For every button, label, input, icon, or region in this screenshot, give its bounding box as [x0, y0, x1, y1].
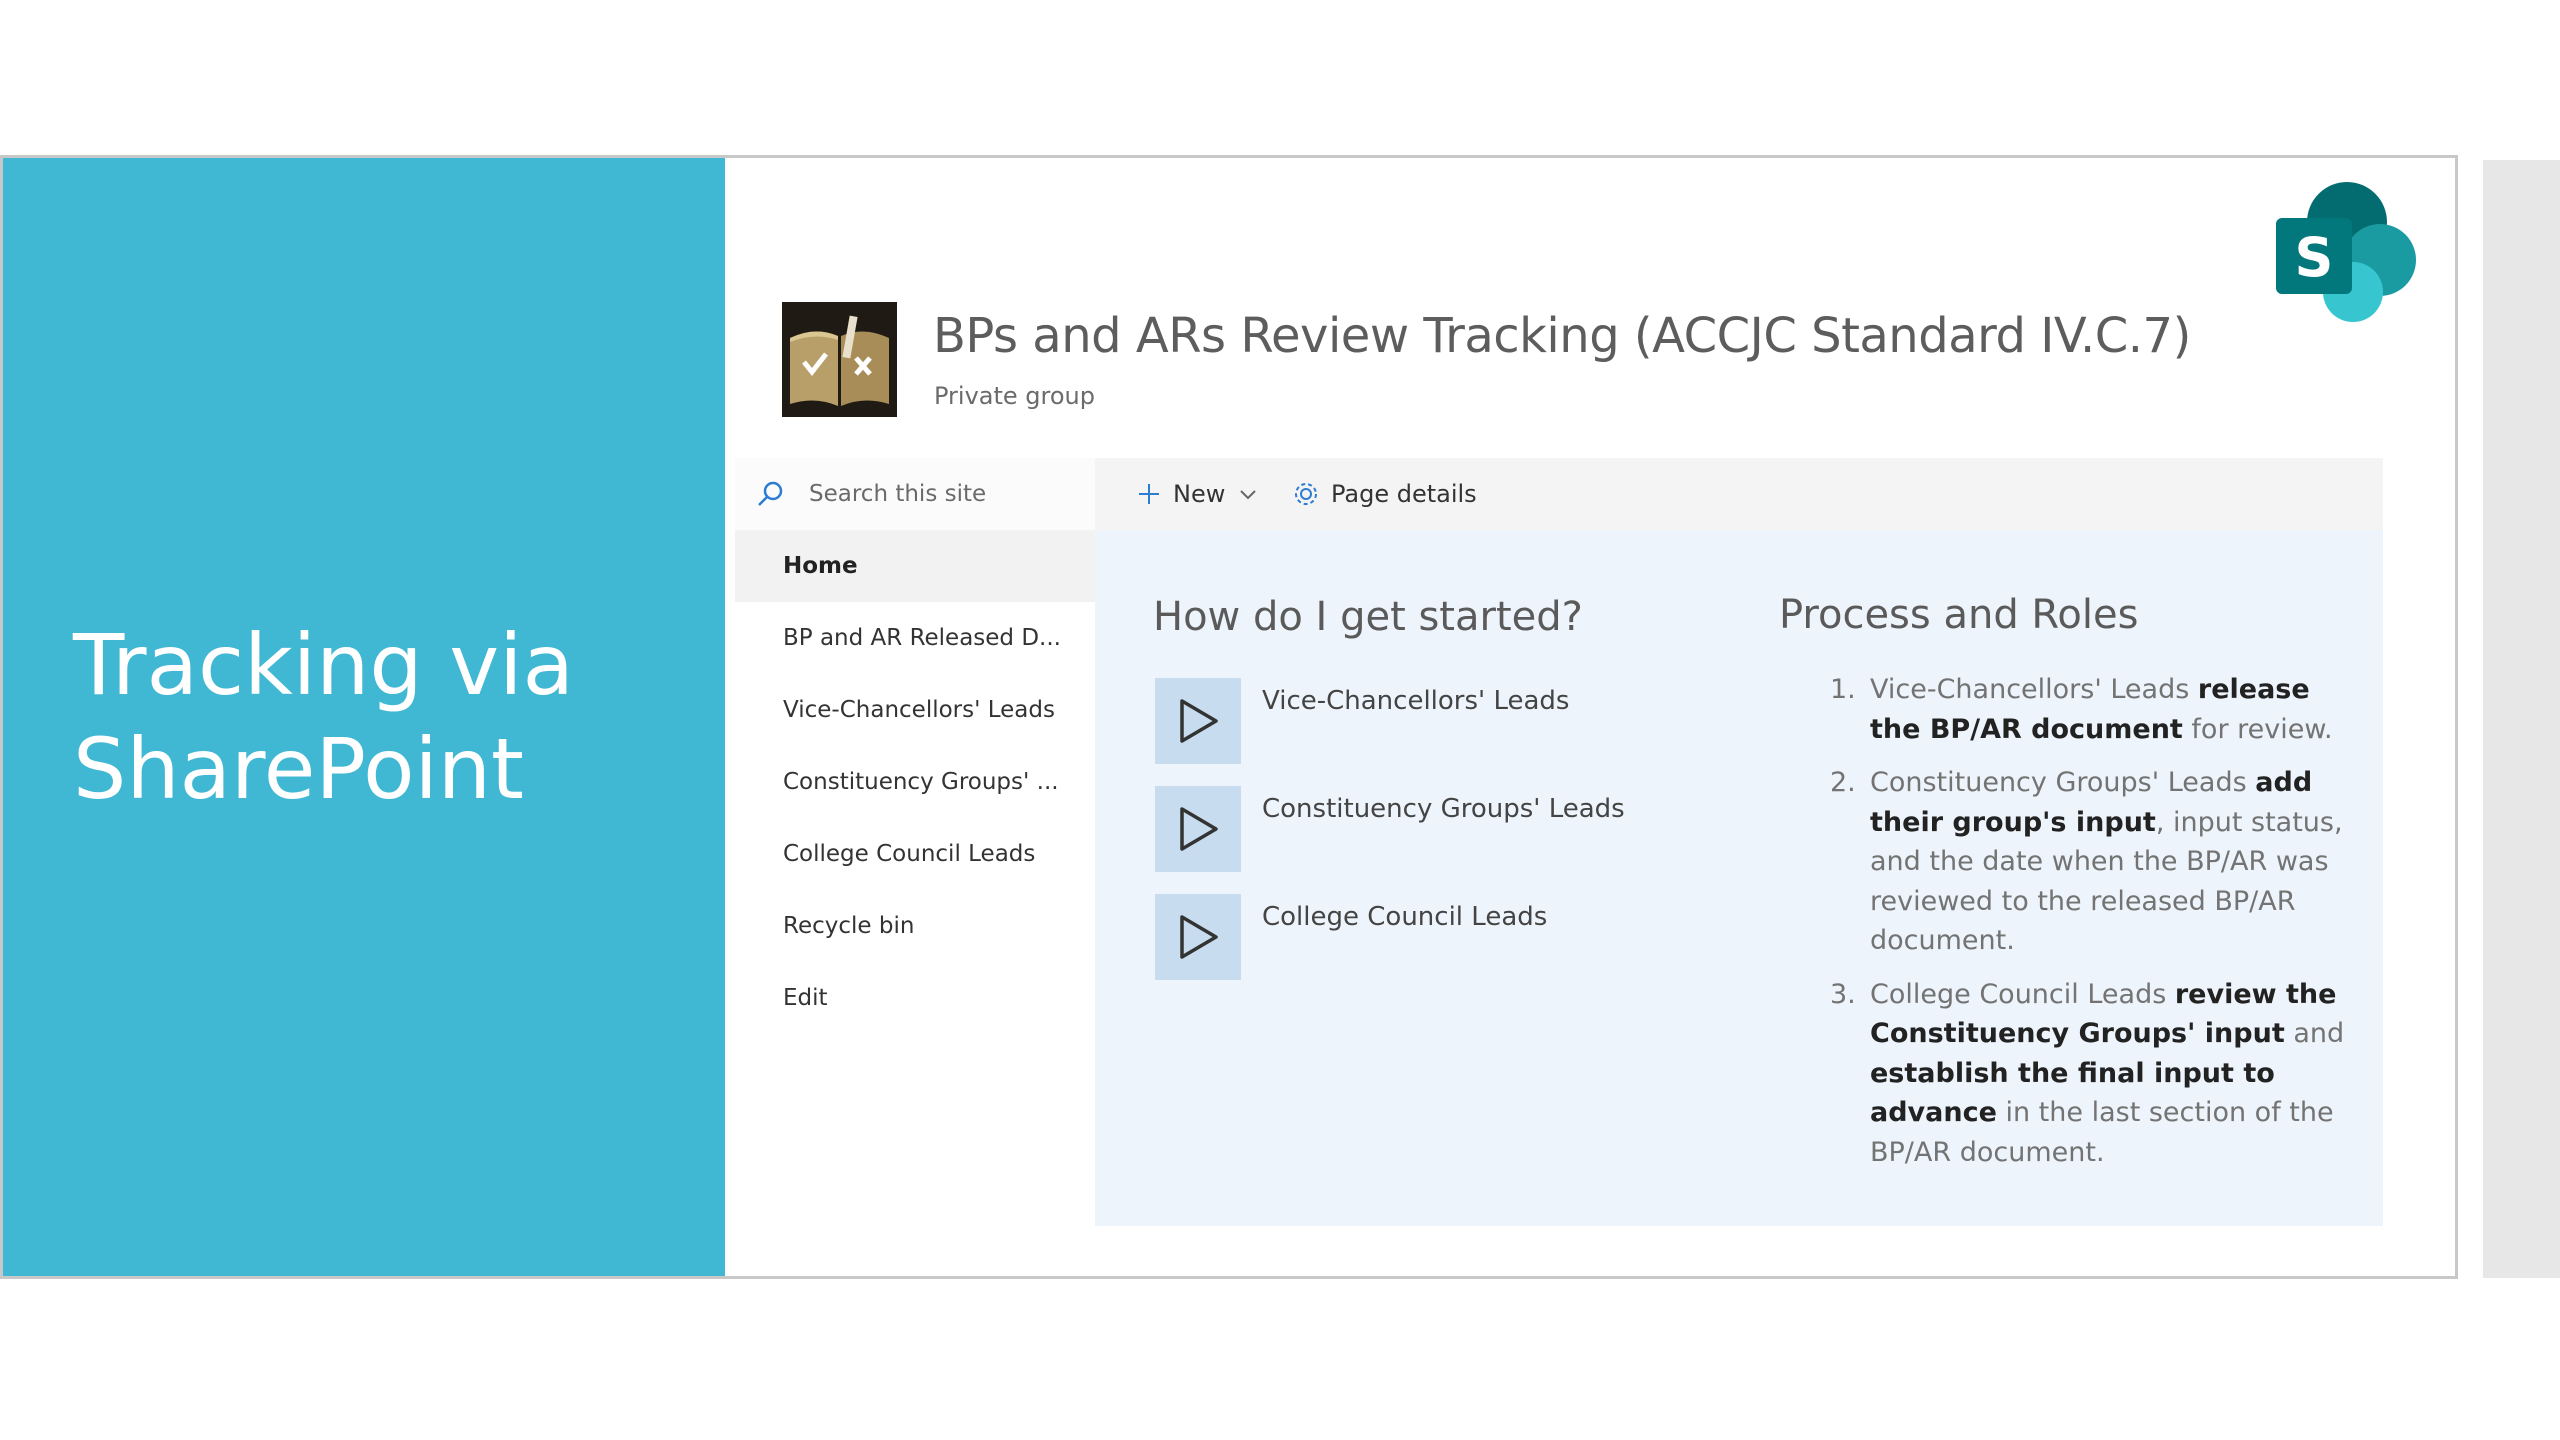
search-input[interactable]: Search this site: [809, 481, 986, 507]
play-icon: [1180, 807, 1218, 851]
title-panel: Tracking via SharePoint: [3, 158, 725, 1276]
process-steps-list: 1. Vice-Chancellors' Leads release the B…: [1830, 670, 2350, 1186]
nav-item-constituency-groups[interactable]: Constituency Groups' ...: [735, 746, 1095, 818]
quick-link-label-1[interactable]: Vice-Chancellors' Leads: [1262, 686, 1569, 716]
page-details-label: Page details: [1331, 480, 1477, 508]
process-heading: Process and Roles: [1779, 592, 2139, 638]
new-button[interactable]: New: [1137, 458, 1271, 530]
get-started-heading: How do I get started?: [1153, 594, 1583, 640]
play-icon: [1180, 915, 1218, 959]
site-navigation: Search this site Home BP and AR Released…: [735, 458, 1095, 1226]
page-details-button[interactable]: Page details: [1293, 458, 1477, 530]
sharepoint-logo: S: [2270, 180, 2420, 330]
site-logo-book: [782, 302, 897, 417]
quick-link-tile-3[interactable]: [1155, 894, 1241, 980]
chevron-down-icon: [1240, 490, 1257, 500]
plus-icon: [1139, 484, 1159, 504]
play-icon: [1180, 699, 1218, 743]
quick-link-label-3[interactable]: College Council Leads: [1262, 902, 1547, 932]
site-title[interactable]: BPs and ARs Review Tracking (ACCJC Stand…: [933, 308, 2191, 364]
command-bar: New Page details: [1095, 458, 2383, 530]
search-icon: [758, 481, 783, 506]
next-slide-edge: [2483, 160, 2560, 1278]
process-step-2: 2. Constituency Groups' Leads add their …: [1830, 767, 2343, 956]
nav-item-college-council-leads[interactable]: College Council Leads: [735, 818, 1095, 890]
nav-item-recycle-bin[interactable]: Recycle bin: [735, 890, 1095, 962]
nav-item-vice-chancellors-leads[interactable]: Vice-Chancellors' Leads: [735, 674, 1095, 746]
quick-link-label-2[interactable]: Constituency Groups' Leads: [1262, 794, 1625, 824]
slide-title: Tracking via SharePoint: [73, 613, 713, 821]
process-step-3: 3. College Council Leads review the Cons…: [1830, 978, 2345, 1168]
nav-item-edit[interactable]: Edit: [735, 962, 1095, 1034]
svg-text:S: S: [2295, 226, 2334, 289]
slide-title-line2: SharePoint: [73, 720, 524, 818]
quick-link-tile-2[interactable]: [1155, 786, 1241, 872]
slide-title-line1: Tracking via: [73, 616, 574, 714]
site-privacy-label: Private group: [934, 382, 1096, 410]
gear-icon: [1295, 483, 1317, 505]
process-step-1: 1. Vice-Chancellors' Leads release the B…: [1830, 674, 2333, 745]
nav-item-home[interactable]: Home: [735, 530, 1095, 602]
search-box[interactable]: Search this site: [735, 458, 1095, 530]
new-button-label: New: [1173, 480, 1226, 508]
nav-item-bp-ar-released[interactable]: BP and AR Released D...: [735, 602, 1095, 674]
quick-link-tile-1[interactable]: [1155, 678, 1241, 764]
